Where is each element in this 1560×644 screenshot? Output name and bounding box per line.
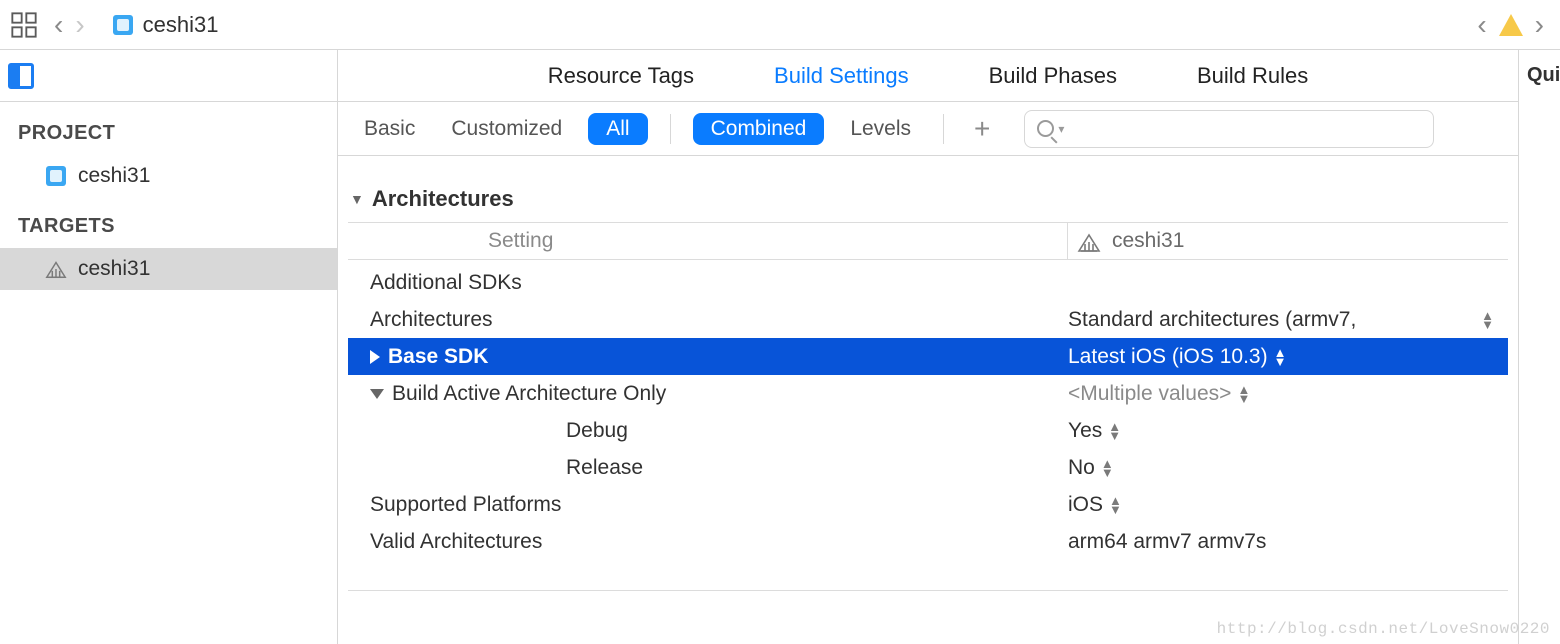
row-supported-platforms[interactable]: Supported Platforms iOS ▲▼: [348, 486, 1508, 523]
section-architectures[interactable]: ▼ Architectures: [348, 180, 1508, 222]
setting-name: Valid Architectures: [348, 530, 1068, 554]
stepper-icon: ▲▼: [1481, 311, 1494, 329]
sidebar-header: [0, 50, 337, 102]
project-icon: [44, 164, 68, 188]
value-text: Latest iOS (iOS 10.3): [1068, 345, 1268, 369]
sidebar-target-name: ceshi31: [78, 257, 150, 281]
top-toolbar: ‹ › ceshi31 ‹ ›: [0, 0, 1560, 50]
warning-icon[interactable]: [1499, 14, 1523, 36]
row-debug[interactable]: Debug Yes ▲▼: [348, 412, 1508, 449]
next-issue-button[interactable]: ›: [1529, 9, 1550, 41]
search-field[interactable]: ▾: [1024, 110, 1434, 148]
column-target-name: ceshi31: [1112, 229, 1184, 253]
stepper-icon: ▲▼: [1101, 459, 1114, 477]
expand-triangle-icon[interactable]: [370, 389, 384, 399]
sidebar-project-name: ceshi31: [78, 164, 150, 188]
row-additional-sdks[interactable]: Additional SDKs: [348, 264, 1508, 301]
filter-customized[interactable]: Customized: [441, 113, 572, 145]
row-release[interactable]: Release No ▲▼: [348, 449, 1508, 486]
filter-levels[interactable]: Levels: [840, 113, 921, 145]
row-valid-architectures[interactable]: Valid Architectures arm64 armv7 armv7s: [348, 523, 1508, 560]
setting-value[interactable]: arm64 armv7 armv7s: [1068, 530, 1508, 554]
forward-button[interactable]: ›: [69, 9, 90, 41]
back-button[interactable]: ‹: [48, 9, 69, 41]
stepper-icon: ▲▼: [1108, 422, 1121, 440]
separator: [943, 114, 944, 144]
row-build-active-arch[interactable]: Build Active Architecture Only <Multiple…: [348, 375, 1508, 412]
section-title: Architectures: [372, 186, 514, 212]
project-section-label: PROJECT: [0, 116, 337, 155]
search-icon: [1037, 120, 1054, 137]
divider: [348, 590, 1508, 591]
chevron-down-icon[interactable]: ▾: [1058, 122, 1064, 136]
setting-name: Build Active Architecture Only: [348, 382, 1068, 406]
setting-name: Release: [348, 456, 1068, 480]
setting-value[interactable]: iOS ▲▼: [1068, 493, 1508, 517]
targets-section-label: TARGETS: [0, 197, 337, 248]
row-architectures[interactable]: Architectures Standard architectures (ar…: [348, 301, 1508, 338]
breadcrumb-title: ceshi31: [143, 12, 219, 38]
setting-name: Debug: [348, 419, 1068, 443]
breadcrumb[interactable]: ceshi31: [111, 12, 219, 38]
setting-value[interactable]: Latest iOS (iOS 10.3) ▲▼: [1068, 345, 1508, 369]
sidebar-target-item[interactable]: ceshi31: [0, 248, 337, 290]
filter-bar: Basic Customized All Combined Levels + ▾: [338, 102, 1518, 156]
setting-value[interactable]: <Multiple values> ▲▼: [1068, 382, 1508, 406]
setting-name: Supported Platforms: [348, 493, 1068, 517]
filter-combined[interactable]: Combined: [693, 113, 825, 145]
value-text: <Multiple values>: [1068, 382, 1231, 406]
column-headers: Setting ceshi31: [348, 222, 1508, 260]
target-icon: [44, 257, 68, 281]
tab-build-phases[interactable]: Build Phases: [989, 63, 1117, 89]
tab-resource-tags[interactable]: Resource Tags: [548, 63, 694, 89]
stepper-icon: ▲▼: [1109, 496, 1122, 514]
project-navigator: PROJECT ceshi31 TARGETS ceshi31: [0, 50, 338, 644]
stepper-icon: ▲▼: [1237, 385, 1250, 403]
value-text: Standard architectures (armv7,: [1068, 308, 1356, 332]
setting-value[interactable]: No ▲▼: [1068, 456, 1508, 480]
value-text: iOS: [1068, 493, 1103, 517]
tab-build-rules[interactable]: Build Rules: [1197, 63, 1308, 89]
row-base-sdk[interactable]: Base SDK Latest iOS (iOS 10.3) ▲▼: [348, 338, 1508, 375]
search-input[interactable]: [1074, 118, 1421, 139]
setting-value[interactable]: Standard architectures (armv7, ▲▼: [1068, 308, 1508, 332]
stepper-icon: ▲▼: [1274, 348, 1287, 366]
add-setting-button[interactable]: +: [966, 113, 998, 145]
setting-name: Architectures: [348, 308, 1068, 332]
value-text: No: [1068, 456, 1095, 480]
editor-tabs: Resource Tags Build Settings Build Phase…: [338, 50, 1518, 102]
disclosure-triangle-icon[interactable]: ▼: [350, 191, 364, 207]
right-panel-strip: Qui: [1518, 50, 1560, 644]
settings-table: Additional SDKs Architectures Standard a…: [348, 264, 1508, 560]
expand-triangle-icon[interactable]: [370, 350, 380, 364]
project-icon: [111, 13, 135, 37]
editor-main: Resource Tags Build Settings Build Phase…: [338, 50, 1518, 644]
label: Build Active Architecture Only: [392, 382, 666, 405]
right-panel-label: Qui: [1527, 64, 1560, 86]
setting-name: Base SDK: [348, 345, 1068, 369]
value-text: Yes: [1068, 419, 1102, 443]
filter-basic[interactable]: Basic: [354, 113, 425, 145]
column-setting: Setting: [348, 223, 1068, 259]
filter-all[interactable]: All: [588, 113, 647, 145]
left-panel-icon[interactable]: [8, 63, 34, 89]
sidebar-project-item[interactable]: ceshi31: [0, 155, 337, 197]
setting-name: Additional SDKs: [348, 271, 1068, 295]
related-items-icon[interactable]: [10, 11, 38, 39]
watermark: http://blog.csdn.net/LoveSnow0220: [1217, 620, 1550, 638]
label: Base SDK: [388, 345, 488, 368]
separator: [670, 114, 671, 144]
column-target: ceshi31: [1068, 223, 1508, 259]
tab-build-settings[interactable]: Build Settings: [774, 63, 909, 89]
value-text: arm64 armv7 armv7s: [1068, 530, 1266, 554]
target-icon: [1076, 229, 1102, 253]
prev-issue-button[interactable]: ‹: [1471, 9, 1492, 41]
settings-area: ▼ Architectures Setting ceshi31: [338, 156, 1518, 644]
setting-value[interactable]: Yes ▲▼: [1068, 419, 1508, 443]
